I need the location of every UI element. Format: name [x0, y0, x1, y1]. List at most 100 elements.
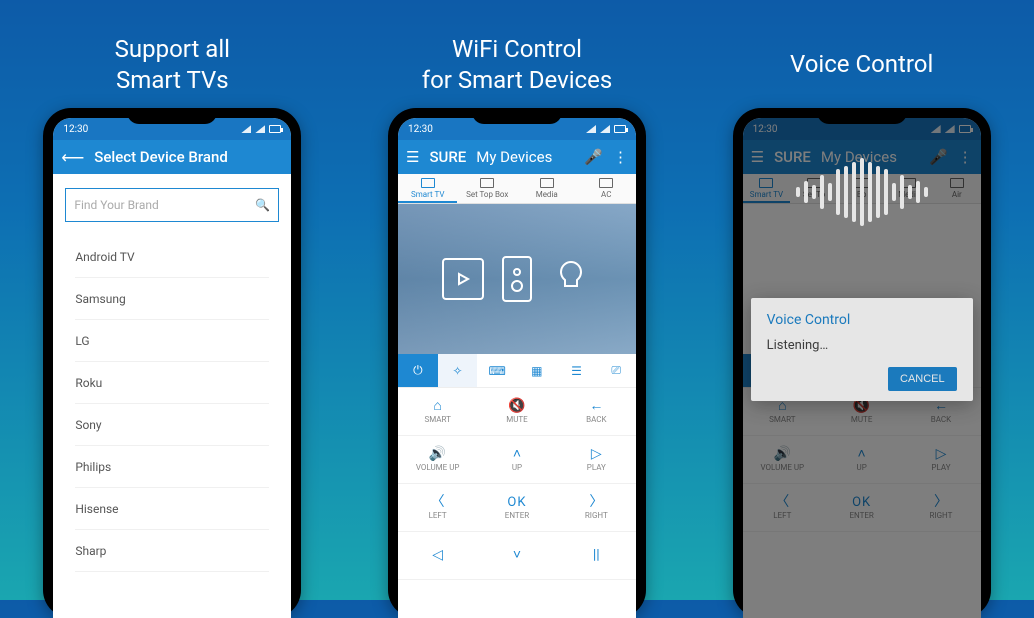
tab-label: AC	[601, 190, 611, 199]
phone-frame-3: 12:30 ☰ SURE My Devices 🎤 ⋮ Smart TVSet …	[733, 108, 991, 618]
battery-icon	[614, 125, 626, 133]
voice-dialog: Voice Control Listening… CANCEL	[751, 298, 973, 401]
back-icon[interactable]: ⟵	[61, 148, 84, 167]
list-mode[interactable]: ☰	[557, 354, 597, 387]
brand-item[interactable]: Roku	[75, 362, 269, 404]
remote-glyph: 🔊	[429, 447, 446, 461]
notch	[472, 108, 562, 124]
promo-title-2: WiFi Control for Smart Devices	[422, 30, 612, 100]
tab-media[interactable]: Media	[517, 174, 577, 203]
tab-ac[interactable]: AC	[576, 174, 636, 203]
remote-glyph: ˅	[513, 548, 521, 562]
app-bar: ⟵ Select Device Brand	[53, 140, 291, 174]
remote-volume-up[interactable]: 🔊 VOLUME UP	[398, 436, 477, 484]
phone-frame-2: 12:30 ☰ SURE My Devices 🎤 ⋮ Smart TV Set …	[388, 108, 646, 618]
menu-icon[interactable]: ☰	[406, 148, 419, 166]
promo-title-1: Support all Smart TVs	[115, 30, 230, 100]
tab-set-top-box[interactable]: Set Top Box	[457, 174, 517, 203]
remote-glyph: OK	[507, 496, 526, 509]
search-placeholder: Find Your Brand	[74, 198, 158, 212]
brand-item[interactable]: Android TV	[75, 236, 269, 278]
app-bar: ☰ SURE My Devices 🎤 ⋮	[398, 140, 636, 174]
device-icon	[480, 178, 494, 188]
screen-1: 12:30 ⟵ Select Device Brand Find Your Br…	[53, 118, 291, 618]
tab-label: Media	[536, 190, 558, 199]
remote-glyph: 〈	[431, 495, 445, 509]
signal-icon	[241, 125, 251, 133]
remote-label: LEFT	[429, 511, 447, 520]
bulb-icon	[550, 258, 592, 300]
remote-smart[interactable]: ⌂SMART	[398, 388, 477, 436]
remote-glyph: 〉	[589, 495, 603, 509]
brand-item[interactable]: Sharp	[75, 530, 269, 572]
remote-˅[interactable]: ˅	[477, 532, 556, 580]
page-title: Select Device Brand	[94, 148, 228, 166]
cancel-button[interactable]: CANCEL	[888, 367, 957, 391]
remote-label: UP	[512, 463, 522, 472]
status-icons	[241, 125, 281, 133]
remote-grid: ⌂SMART🔇MUTE ← BACK 🔊 VOLUME UP ˄ UP ▷ PLAY 〈 LEFT O…	[398, 388, 636, 580]
brand-item[interactable]: Samsung	[75, 278, 269, 320]
search-input[interactable]: Find Your Brand 🔍	[65, 188, 279, 222]
phone-frame-1: 12:30 ⟵ Select Device Brand Find Your Br…	[43, 108, 301, 618]
cast-mode[interactable]: ⎚	[596, 354, 636, 387]
brand-item[interactable]: Sony	[75, 404, 269, 446]
remote-glyph: ←	[589, 399, 603, 413]
search-icon[interactable]: 🔍	[255, 198, 270, 212]
power-button[interactable]: ⏻	[398, 354, 438, 387]
screen-2: 12:30 ☰ SURE My Devices 🎤 ⋮ Smart TV Set …	[398, 118, 636, 618]
device-icon	[599, 178, 613, 188]
brand-list: Android TVSamsungLGRokuSonyPhilipsHisens…	[53, 236, 291, 572]
more-icon[interactable]: ⋮	[613, 148, 628, 166]
speaker-icon	[502, 256, 532, 302]
promo-panel-2: WiFi Control for Smart Devices 12:30 ☰ S…	[357, 0, 677, 618]
mic-icon[interactable]: 🎤	[584, 148, 603, 166]
notch	[127, 108, 217, 124]
remote-play[interactable]: ▷ PLAY	[557, 436, 636, 484]
remote-◁[interactable]: ◁	[398, 532, 477, 580]
promo-panel-3: Voice Control 12:30 ☰ SURE My Devices 🎤 …	[702, 0, 1022, 618]
remote-back[interactable]: ← BACK	[557, 388, 636, 436]
device-tabs: Smart TV Set Top Box Media AC	[398, 174, 636, 204]
device-icon	[421, 178, 435, 188]
remote-glyph: ▷	[591, 447, 602, 461]
remote-left[interactable]: 〈 LEFT	[398, 484, 477, 532]
remote-glyph: ˄	[513, 447, 521, 461]
keyboard-mode[interactable]: ⌨	[477, 354, 517, 387]
remote-label: ENTER	[505, 511, 529, 520]
brand-item[interactable]: Philips	[75, 446, 269, 488]
remote-label: SMART	[424, 415, 450, 424]
mode-row: ⏻ ✧ ⌨ ▦ ☰ ⎚	[398, 354, 636, 388]
remote-||[interactable]: ||	[557, 532, 636, 580]
remote-label: BACK	[586, 415, 606, 424]
tab-smart-tv[interactable]: Smart TV	[398, 174, 458, 203]
remote-label: MUTE	[506, 415, 528, 424]
brand-item[interactable]: LG	[75, 320, 269, 362]
remote-right[interactable]: 〉RIGHT	[557, 484, 636, 532]
section-title: My Devices	[476, 148, 552, 166]
clock: 12:30	[408, 124, 433, 135]
notch	[817, 108, 907, 124]
screen-3: 12:30 ☰ SURE My Devices 🎤 ⋮ Smart TVSet …	[743, 118, 981, 618]
remote-label: PLAY	[587, 463, 606, 472]
battery-icon	[269, 125, 281, 133]
status-icons	[586, 125, 626, 133]
signal-icon	[600, 125, 610, 133]
brand-item[interactable]: Hisense	[75, 488, 269, 530]
app-name: SURE	[429, 148, 466, 166]
remote-glyph: ◁	[432, 548, 443, 562]
clock: 12:30	[63, 124, 88, 135]
dpad-mode[interactable]: ✧	[438, 354, 478, 387]
remote-mute[interactable]: 🔇MUTE	[477, 388, 556, 436]
device-icon	[540, 178, 554, 188]
tab-label: Smart TV	[411, 190, 444, 199]
signal-icon	[255, 125, 265, 133]
remote-up[interactable]: ˄ UP	[477, 436, 556, 484]
remote-enter[interactable]: OK ENTER	[477, 484, 556, 532]
waveform-icon	[796, 158, 928, 226]
tab-label: Set Top Box	[466, 190, 508, 199]
grid-mode[interactable]: ▦	[517, 354, 557, 387]
hero-image	[398, 204, 636, 354]
promo-panel-1: Support all Smart TVs 12:30 ⟵ Select Dev…	[12, 0, 332, 618]
remote-label: VOLUME UP	[416, 463, 460, 472]
